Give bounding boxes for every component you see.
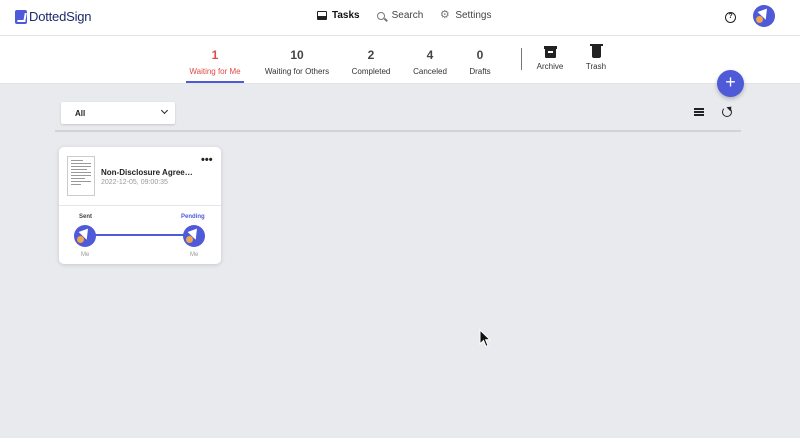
mouse-cursor-icon xyxy=(479,329,491,348)
top-bar: DottedSign Tasks Search ⚙ Settings ? xyxy=(0,0,800,36)
tab-label: Waiting for Others xyxy=(264,67,330,76)
nav-search-label: Search xyxy=(391,10,424,21)
gear-icon: ⚙ xyxy=(439,9,450,21)
refresh-icon[interactable] xyxy=(722,107,732,117)
tab-waiting-for-others[interactable]: 10 Waiting for Others xyxy=(260,36,334,84)
nav-settings[interactable]: ⚙ Settings xyxy=(439,9,492,22)
tabs-divider xyxy=(521,48,522,70)
document-date: 2022-12-05, 09:00:35 xyxy=(101,179,168,186)
nav-tasks-label: Tasks xyxy=(332,10,360,21)
sender-name: Me xyxy=(81,252,90,258)
tasks-icon xyxy=(316,10,327,21)
list-view-icon[interactable] xyxy=(694,108,704,116)
document-title: Non-Disclosure Agreement xyxy=(101,168,195,177)
document-thumbnail xyxy=(67,156,95,196)
search-icon xyxy=(376,10,387,21)
filter-dropdown[interactable]: All xyxy=(61,102,175,124)
tab-waiting-for-me[interactable]: 1 Waiting for Me xyxy=(186,36,244,84)
signer-name: Me xyxy=(190,252,199,258)
more-options-icon[interactable]: ••• xyxy=(201,155,213,166)
logo-text: DottedSign xyxy=(29,9,92,24)
tab-count: 4 xyxy=(426,48,434,62)
tab-count: 1 xyxy=(211,48,219,62)
nav-tasks[interactable]: Tasks xyxy=(316,10,360,21)
sender-status: Sent xyxy=(79,214,93,220)
tab-label: Completed xyxy=(351,67,391,76)
logo-mark-icon xyxy=(15,9,27,24)
logo[interactable]: DottedSign xyxy=(15,9,92,24)
main-nav: Tasks Search ⚙ Settings xyxy=(316,10,491,21)
signer-status: Pending xyxy=(181,214,205,220)
tab-count: 2 xyxy=(367,48,375,62)
add-document-button[interactable]: + xyxy=(717,70,744,97)
nav-search[interactable]: Search xyxy=(376,10,424,21)
signing-progress-line xyxy=(93,234,187,236)
tab-canceled[interactable]: 4 Canceled xyxy=(410,36,450,84)
trash-icon xyxy=(589,44,603,58)
card-divider xyxy=(59,205,221,206)
tab-completed[interactable]: 2 Completed xyxy=(348,36,394,84)
tab-label: Drafts xyxy=(469,67,491,76)
tab-count: 10 xyxy=(290,48,304,62)
archive-icon xyxy=(543,46,557,58)
tab-count: 0 xyxy=(476,48,484,62)
tab-label: Waiting for Me xyxy=(189,67,241,76)
tab-archive[interactable]: Archive xyxy=(534,36,566,84)
tab-label: Archive xyxy=(536,62,564,71)
tab-label: Trash xyxy=(585,62,607,71)
signer-avatar xyxy=(183,225,205,247)
divider xyxy=(55,130,741,132)
tab-drafts[interactable]: 0 Drafts xyxy=(466,36,494,84)
status-tabs-bar: 1 Waiting for Me 10 Waiting for Others 2… xyxy=(0,36,800,84)
filter-selected-value: All xyxy=(75,109,86,118)
sender-avatar xyxy=(74,225,96,247)
nav-settings-label: Settings xyxy=(455,10,492,21)
chevron-down-icon xyxy=(160,106,169,115)
task-card[interactable]: Non-Disclosure Agreement 2022-12-05, 09:… xyxy=(59,147,221,264)
avatar-dot-icon xyxy=(756,16,763,23)
tab-trash[interactable]: Trash xyxy=(582,36,610,84)
user-avatar[interactable] xyxy=(753,5,775,27)
tab-label: Canceled xyxy=(413,67,447,76)
help-icon[interactable]: ? xyxy=(725,12,736,23)
